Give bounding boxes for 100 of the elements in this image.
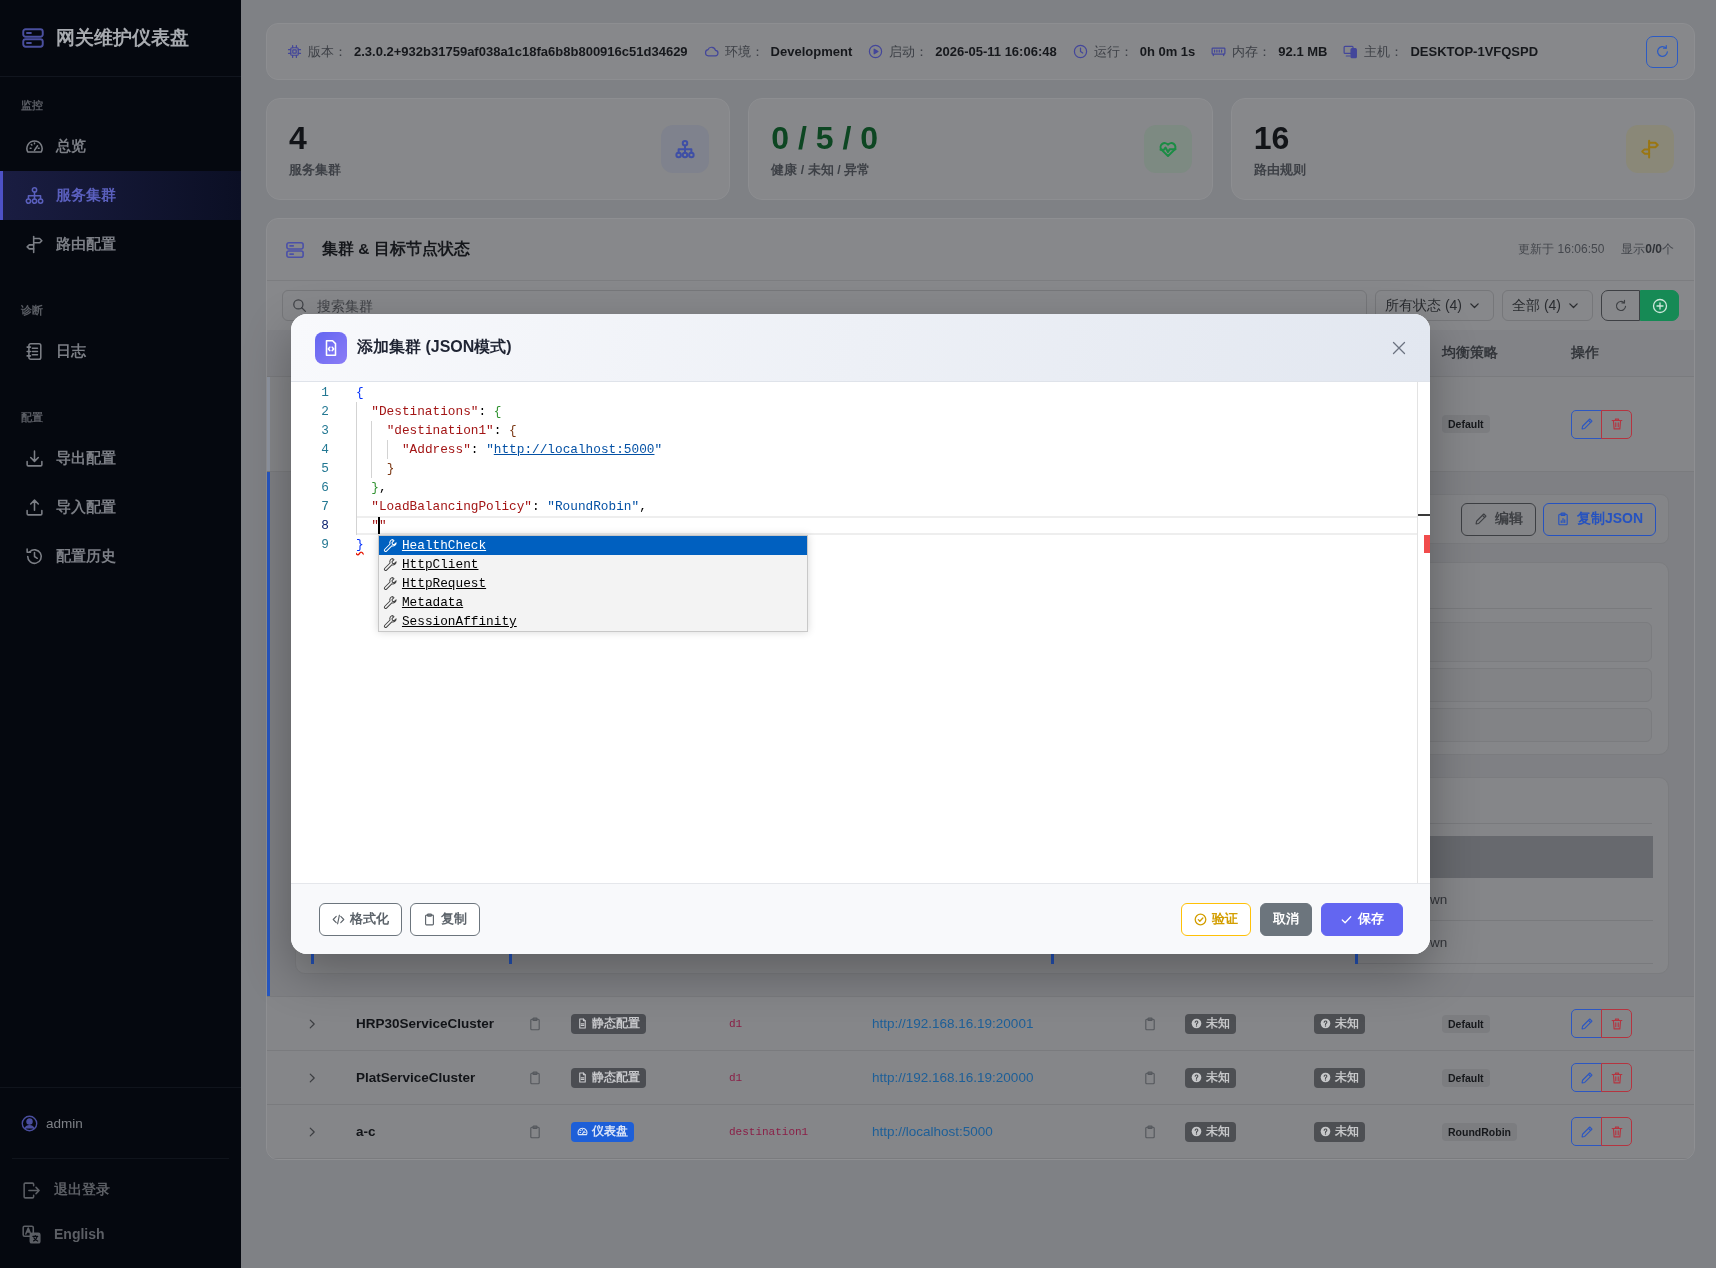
history-icon: [25, 547, 44, 566]
copy-icon[interactable]: [1143, 1016, 1157, 1031]
close-button[interactable]: [1391, 339, 1407, 356]
nav-item[interactable]: 路由配置: [0, 220, 241, 269]
close-icon: [1391, 339, 1407, 356]
download-icon: [25, 449, 44, 468]
server-stack-icon: [21, 26, 45, 50]
sidebar-link[interactable]: English: [0, 1212, 105, 1256]
delete-button[interactable]: [1601, 1063, 1632, 1092]
wrench-icon: [382, 595, 398, 610]
upload-icon: [25, 498, 44, 517]
nav-item[interactable]: 总览: [0, 122, 241, 171]
suggestion-item[interactable]: HttpClient: [378, 555, 807, 574]
info-label: 版本：: [308, 42, 347, 61]
source-label: 静态配置: [592, 1016, 640, 1031]
nav-item[interactable]: 服务集群: [0, 171, 241, 220]
pencil-icon: [1473, 512, 1488, 526]
policy-label: Default: [1442, 415, 1490, 433]
table-cell: wn: [1430, 891, 1448, 907]
nav-item[interactable]: 配置历史: [0, 532, 241, 581]
line-number: 7: [320, 498, 330, 516]
copy-icon[interactable]: [1143, 1124, 1157, 1139]
refresh-icon: [1613, 298, 1628, 313]
edit-button[interactable]: [1571, 1117, 1602, 1146]
edit-button[interactable]: [1571, 1063, 1602, 1092]
plus-circle-icon: [1651, 297, 1668, 314]
trash-icon: [1609, 1070, 1624, 1085]
copy-button[interactable]: 复制: [410, 902, 480, 936]
search-icon: [292, 298, 307, 313]
check-circle-icon: [1194, 912, 1207, 926]
add-button[interactable]: [1640, 290, 1679, 321]
nav-item[interactable]: 日志: [0, 327, 241, 376]
stat-value: 16: [1253, 119, 1290, 157]
clock-icon: [1072, 44, 1088, 59]
logout-icon: [22, 1180, 41, 1200]
refresh-icon: [1654, 44, 1670, 59]
code-file-icon: [315, 331, 347, 364]
refresh-button[interactable]: [1646, 35, 1678, 68]
device-icon: [1343, 44, 1359, 59]
info-label: 主机：: [1364, 42, 1404, 61]
suggestion-item[interactable]: HealthCheck: [378, 536, 807, 555]
play-icon: [868, 44, 884, 59]
wrench-icon: [382, 576, 398, 591]
nav-item[interactable]: 导入配置: [0, 483, 241, 532]
column-header: 操作: [1571, 344, 1599, 362]
wrench-icon: [382, 538, 398, 553]
status-label: 未知: [1206, 1016, 1230, 1031]
info-value: DESKTOP-1VFQSPD: [1410, 44, 1539, 59]
refresh-button[interactable]: [1601, 290, 1640, 321]
save-button[interactable]: 保存: [1321, 902, 1403, 936]
nav-item[interactable]: 导出配置: [0, 434, 241, 483]
copy-icon[interactable]: [528, 1124, 542, 1139]
notebook-icon: [25, 342, 44, 361]
suggestion-item[interactable]: SessionAffinity: [378, 612, 807, 631]
line-number: 3: [320, 422, 330, 440]
stat-value: 4: [289, 119, 307, 157]
question-icon: [1191, 1072, 1202, 1083]
info-value: 92.1 MB: [1278, 44, 1328, 59]
question-icon: [1191, 1126, 1202, 1137]
question-icon: [1320, 1018, 1331, 1029]
copy-icon[interactable]: [1143, 1070, 1157, 1085]
cancel-button[interactable]: 取消: [1260, 902, 1312, 936]
trash-icon: [1609, 1124, 1624, 1139]
code-line: {: [356, 384, 364, 402]
section-label: 诊断: [20, 303, 43, 318]
status-label: 未知: [1335, 1124, 1359, 1139]
status-label: 未知: [1206, 1070, 1230, 1085]
edit-button[interactable]: [1571, 1009, 1602, 1038]
section-label: 监控: [20, 98, 43, 113]
info-label: 内存：: [1232, 42, 1272, 61]
pencil-icon: [1579, 1124, 1594, 1139]
sidebar-link[interactable]: 退出登录: [0, 1168, 110, 1212]
copy-icon[interactable]: [528, 1070, 542, 1085]
delete-button[interactable]: [1601, 1117, 1632, 1146]
code-icon: [332, 912, 345, 926]
memory-icon: [1211, 44, 1227, 59]
document-icon: [577, 1018, 588, 1029]
status-label: 未知: [1206, 1124, 1230, 1139]
source-label: 静态配置: [592, 1070, 640, 1085]
table-cell: wn: [1430, 934, 1448, 950]
filter-dropdown[interactable]: 全部 (4): [1502, 290, 1593, 321]
cluster-name: HRP30ServiceCluster: [356, 1016, 495, 1031]
suggestion-item[interactable]: Metadata: [378, 593, 807, 612]
code-line: "Destinations": {: [356, 402, 502, 421]
edit-button[interactable]: 编辑: [1460, 502, 1536, 536]
user-name: admin: [46, 1115, 83, 1131]
edit-button[interactable]: [1571, 409, 1602, 439]
code-line: }: [356, 536, 364, 554]
policy-label: RoundRobin: [1442, 1122, 1517, 1141]
copy-icon[interactable]: [528, 1016, 542, 1031]
format-button[interactable]: 格式化: [319, 902, 402, 936]
destination-id: d1: [729, 1071, 743, 1084]
delete-button[interactable]: [1601, 409, 1632, 439]
suggestion-item[interactable]: HttpRequest: [378, 574, 807, 593]
code-line: "": [356, 516, 387, 535]
panel-title: 集群 & 目标节点状态: [322, 239, 470, 259]
delete-button[interactable]: [1601, 1009, 1632, 1038]
info-label: 运行：: [1093, 42, 1133, 61]
code-line: }: [356, 459, 395, 478]
heart-pulse-icon: [1143, 125, 1192, 173]
